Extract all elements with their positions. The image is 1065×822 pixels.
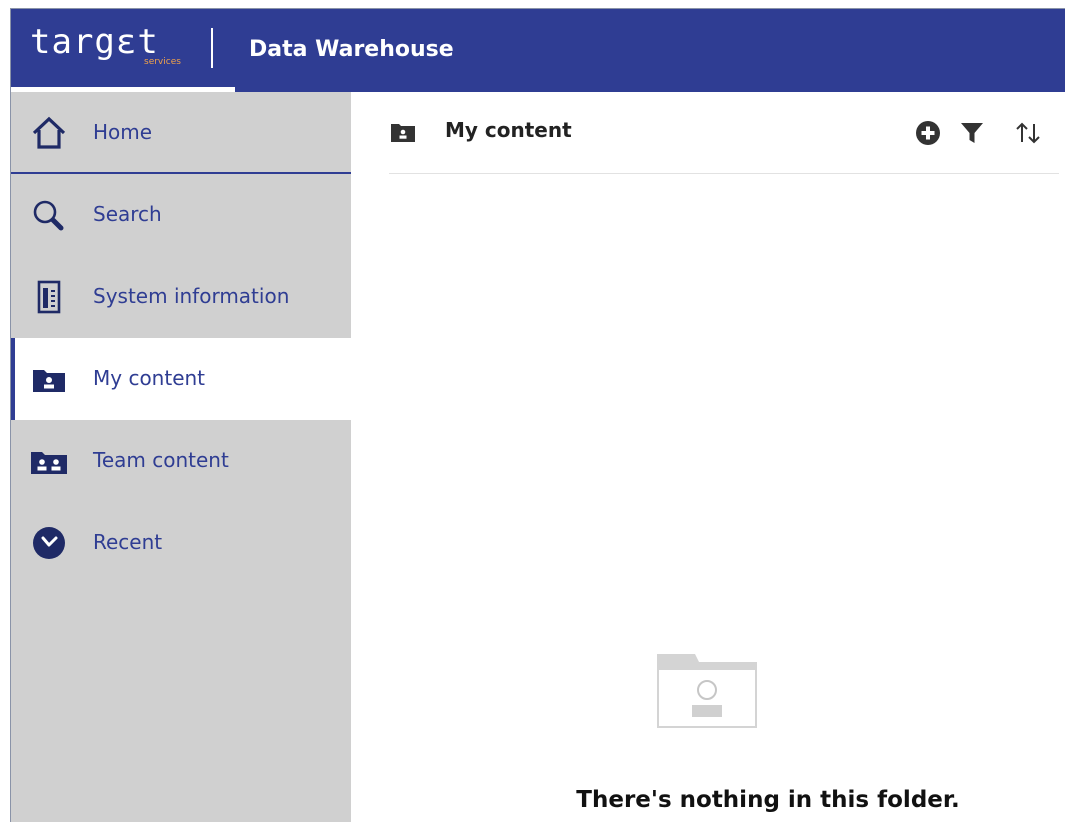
system-information-icon [29, 280, 69, 314]
sort-icon [1016, 122, 1040, 144]
search-icon [29, 198, 69, 232]
top-bar: targεt services Data Warehouse [11, 9, 1065, 92]
home-icon [29, 116, 69, 150]
sidebar-item-label: My content [93, 366, 206, 390]
filter-button[interactable] [955, 117, 989, 149]
add-circle-icon [916, 121, 940, 145]
app-window: targεt services Data Warehouse Home Sear… [10, 8, 1065, 822]
sidebar-item-label: Home [93, 120, 153, 144]
sidebar-item-search[interactable]: Search [11, 174, 351, 256]
sidebar-item-label: Recent [93, 530, 163, 554]
recent-icon [29, 526, 69, 560]
filter-icon [961, 123, 983, 143]
sort-button[interactable] [1011, 117, 1045, 149]
sidebar-item-system-information[interactable]: System information [11, 256, 351, 338]
my-content-folder-icon [389, 120, 417, 144]
sidebar-item-home[interactable]: Home [11, 92, 351, 174]
empty-folder-illustration [655, 652, 759, 730]
sidebar: Home Search System information My conten… [11, 92, 351, 822]
add-button[interactable] [911, 117, 945, 149]
page-title: My content [445, 118, 572, 142]
logo-wordmark: targεt [30, 22, 159, 62]
sidebar-item-label: Team content [93, 448, 229, 472]
logo-subtext: services [144, 57, 181, 67]
empty-folder-message: There's nothing in this folder. [576, 787, 960, 813]
logo-divider [211, 28, 213, 68]
sidebar-item-my-content[interactable]: My content [11, 338, 351, 420]
app-title: Data Warehouse [249, 37, 454, 62]
sidebar-item-label: Search [93, 202, 162, 226]
my-content-folder-icon [29, 362, 69, 396]
sidebar-item-recent[interactable]: Recent [11, 502, 351, 584]
team-content-folder-icon [29, 444, 69, 478]
sidebar-item-team-content[interactable]: Team content [11, 420, 351, 502]
content-toolbar: My content [389, 92, 1059, 174]
main-content: My content There's nothing in this folde… [351, 92, 1065, 822]
target-services-logo[interactable]: targεt services [11, 9, 235, 92]
sidebar-item-label: System information [93, 284, 290, 308]
